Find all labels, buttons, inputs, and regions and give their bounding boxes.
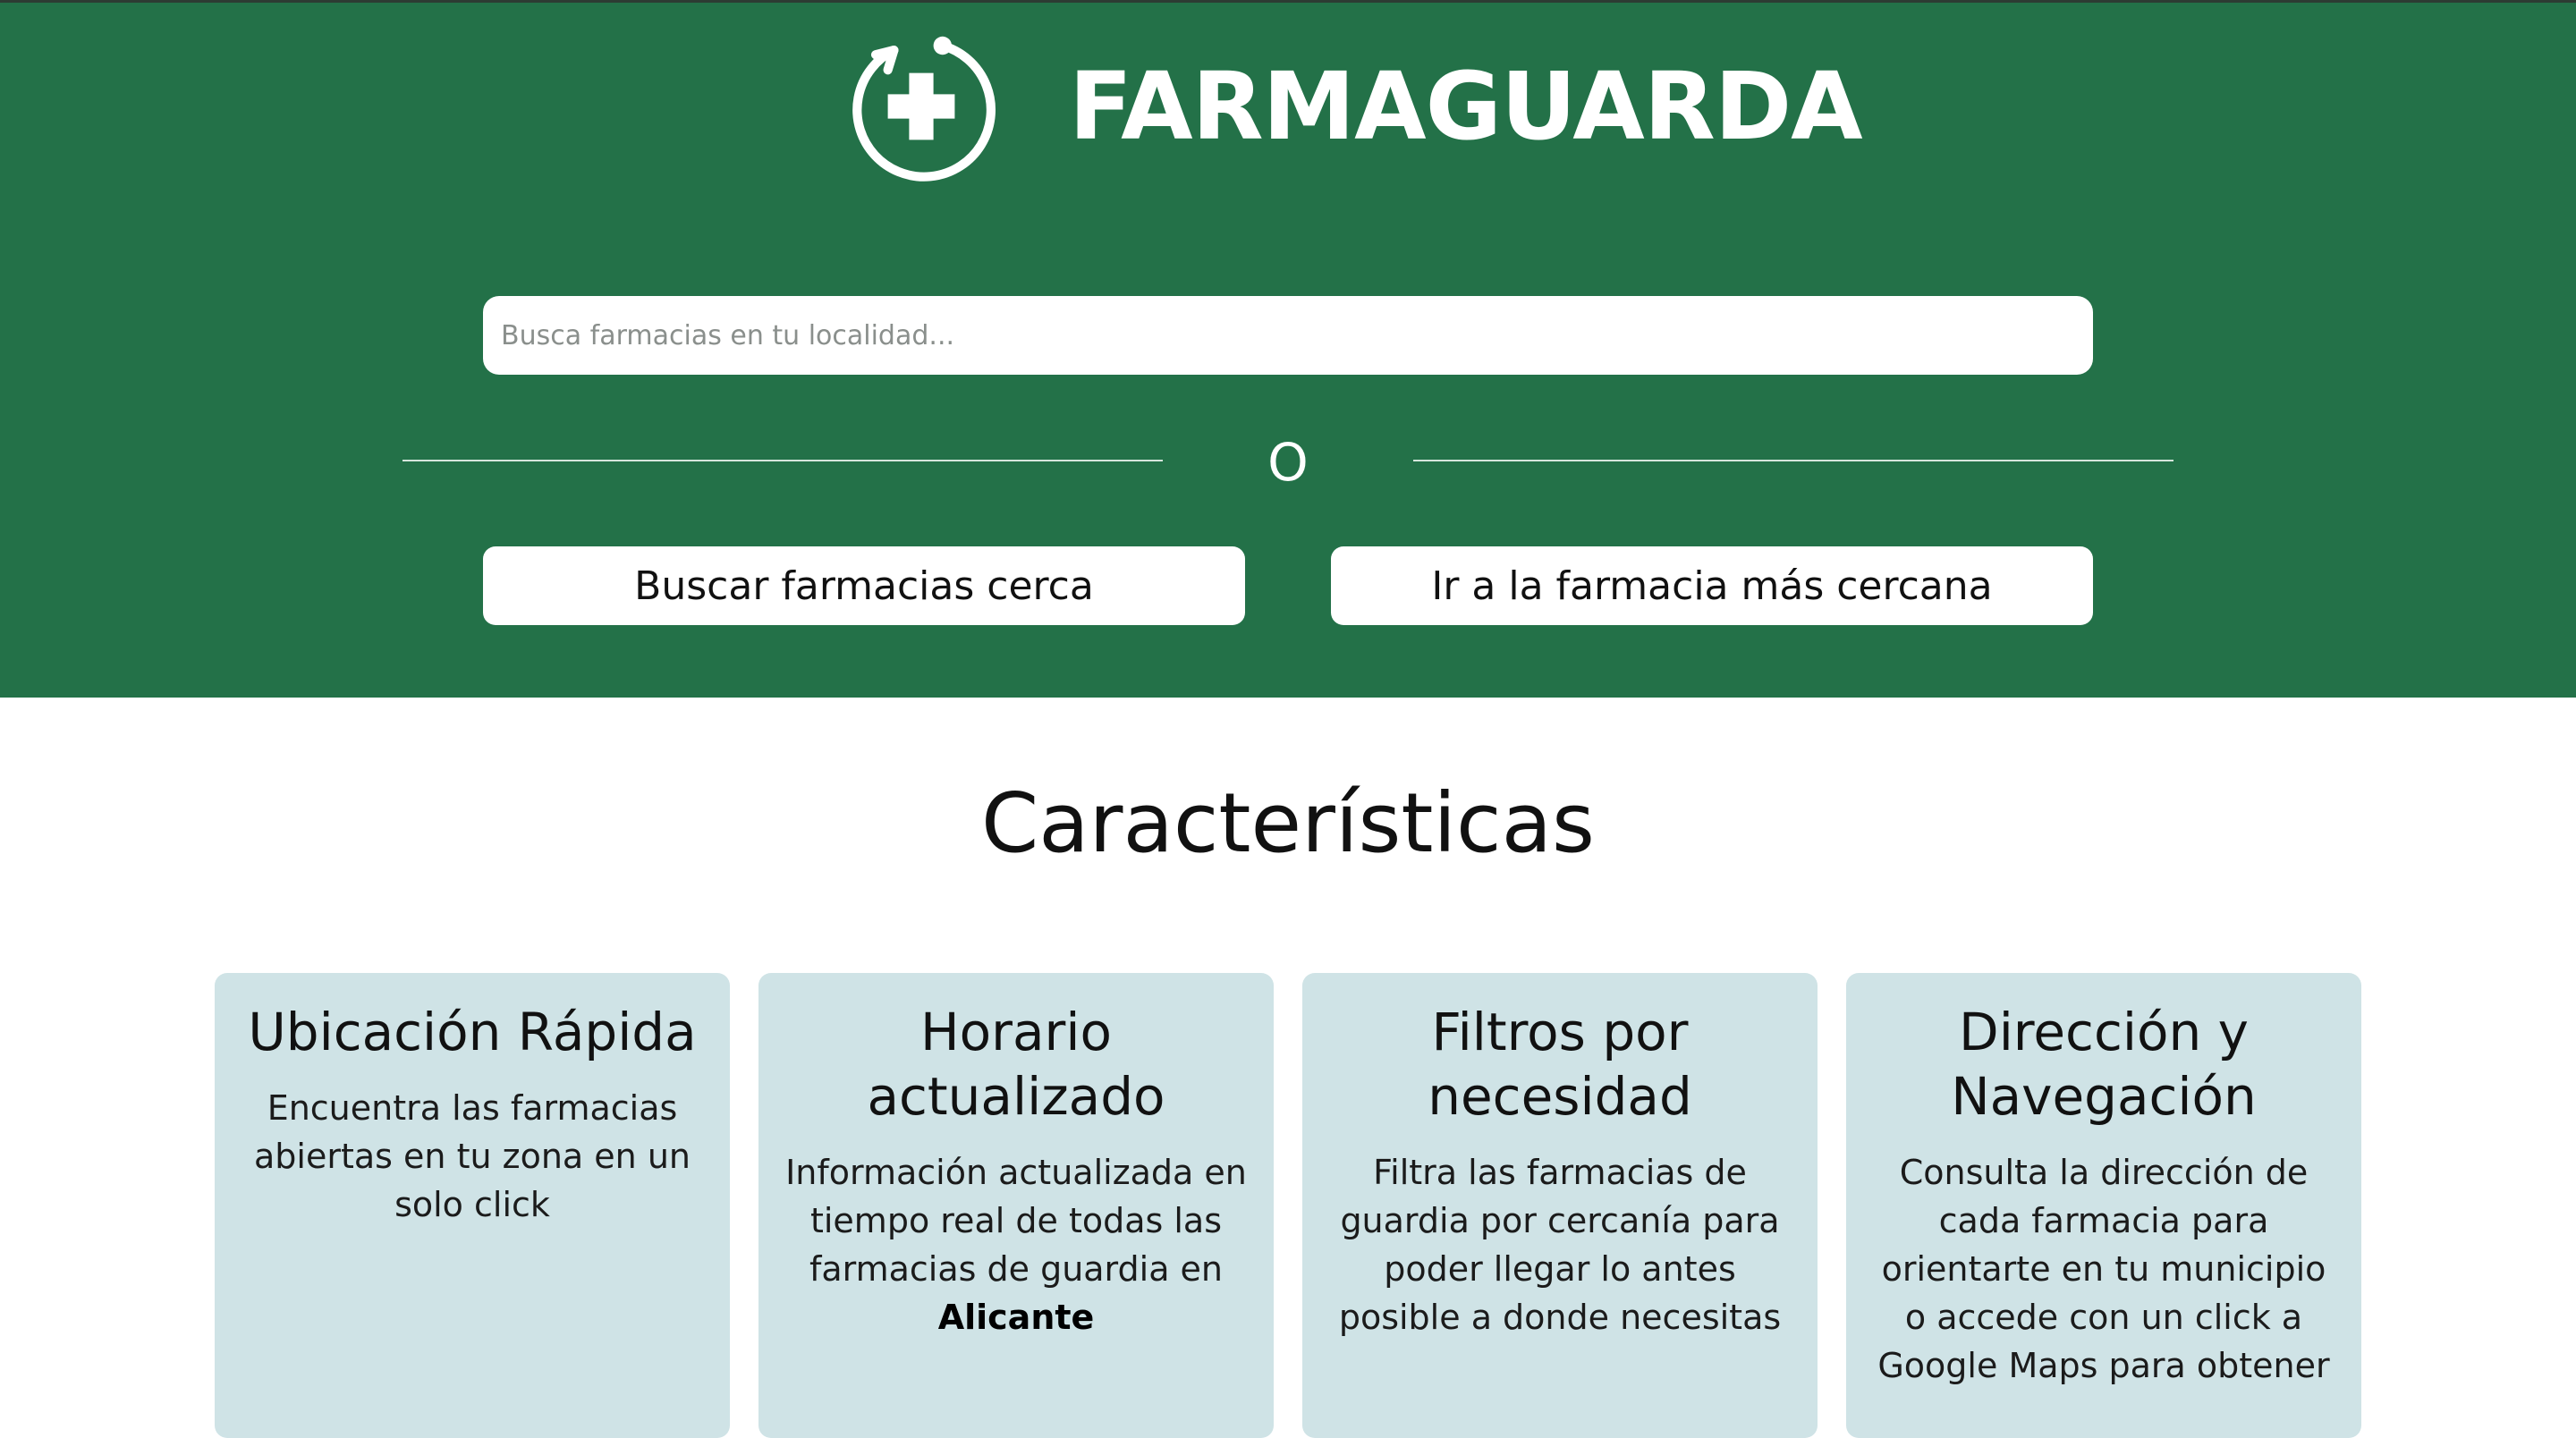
hero-header: FARMAGUARDA O Buscar farmacias cerca Ir … (0, 0, 2576, 698)
feature-card-text-body: Información actualizada en tiempo real d… (785, 1153, 1247, 1289)
feature-card-highlight: Alicante (937, 1298, 1095, 1337)
feature-card-text: Encuentra las farmacias abiertas en tu z… (254, 1088, 691, 1224)
search-input[interactable] (483, 296, 2093, 375)
divider-line-left (402, 460, 1163, 461)
pharmacy-cross-refresh-icon (852, 36, 996, 182)
feature-card-text: Información actualizada en tiempo real d… (785, 1148, 1247, 1341)
feature-card-text: Consulta la dirección de cada farmacia p… (1877, 1153, 2330, 1385)
feature-card-title: Ubicación Rápida (248, 1002, 697, 1062)
go-nearest-pharmacy-button[interactable]: Ir a la farmacia más cercana (1331, 546, 2093, 625)
feature-card-quick-location: Ubicación Rápida Encuentra las farmacias… (215, 973, 730, 1438)
brand-name: FARMAGUARDA (1069, 52, 1863, 161)
feature-card-title: Horario actualizado (867, 1002, 1165, 1127)
feature-card-title: Filtros por necesidad (1428, 1002, 1692, 1127)
search-nearby-button[interactable]: Buscar farmacias cerca (483, 546, 1245, 625)
features-cards: Ubicación Rápida Encuentra las farmacias… (215, 973, 2361, 1438)
feature-card-title: Dirección y Navegación (1951, 1002, 2257, 1127)
features-title: Características (981, 775, 1595, 871)
feature-card-updated-schedule: Horario actualizado Información actualiz… (758, 973, 1274, 1438)
feature-card-text: Filtra las farmacias de guardia por cerc… (1338, 1153, 1782, 1337)
divider-line-right (1413, 460, 2174, 461)
feature-card-directions: Dirección y Navegación Consulta la direc… (1846, 973, 2361, 1438)
feature-card-filters: Filtros por necesidad Filtra las farmaci… (1302, 973, 1818, 1438)
brand[interactable]: FARMAGUARDA (845, 26, 1863, 187)
divider-text: O (1267, 432, 1309, 493)
